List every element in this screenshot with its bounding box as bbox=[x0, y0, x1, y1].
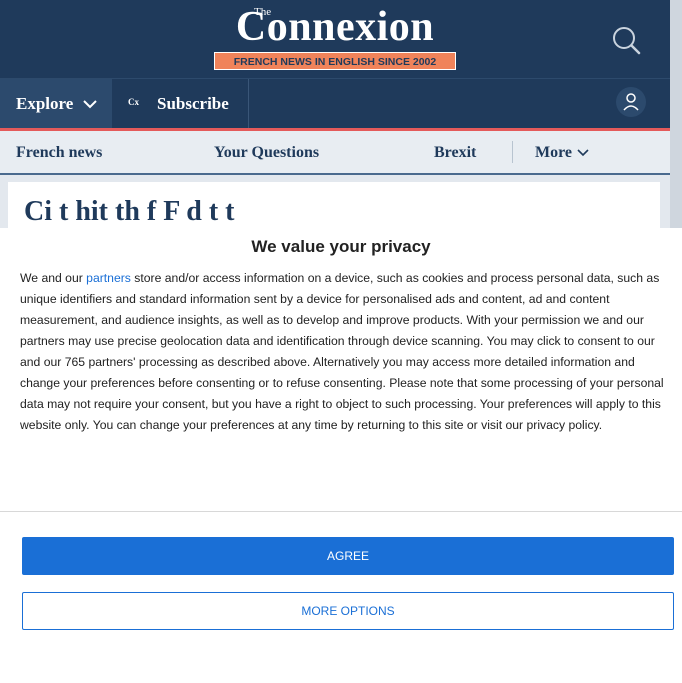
partners-link[interactable]: partners bbox=[86, 271, 131, 285]
consent-body-text: store and/or access information on a dev… bbox=[20, 271, 664, 432]
search-icon bbox=[613, 27, 641, 55]
subscribe-label: Subscribe bbox=[157, 94, 229, 113]
cx-badge-icon: Cx bbox=[128, 97, 139, 107]
chevron-down-icon bbox=[83, 100, 97, 109]
more-label: More bbox=[535, 144, 573, 161]
nav-item-your-questions[interactable]: Your Questions bbox=[214, 144, 319, 162]
explore-label: Explore bbox=[16, 94, 74, 113]
search-button[interactable] bbox=[610, 24, 642, 56]
nav-item-more[interactable]: More bbox=[535, 144, 590, 162]
explore-menu-button[interactable]: Explore bbox=[0, 79, 112, 129]
site-logo[interactable]: Connexion The FRENCH NEWS IN ENGLISH SIN… bbox=[214, 6, 456, 70]
logo-the: The bbox=[254, 6, 272, 18]
consent-body-prefix: We and our bbox=[20, 271, 87, 285]
main-nav: Explore Cx Subscribe bbox=[0, 78, 670, 129]
consent-body: We and our partners store and/or access … bbox=[20, 268, 665, 436]
agree-button[interactable]: AGREE bbox=[22, 537, 674, 575]
logo-wordmark: Connexion bbox=[235, 4, 435, 50]
more-options-button[interactable]: MORE OPTIONS bbox=[22, 592, 674, 630]
consent-divider bbox=[0, 511, 682, 512]
logo-tagline: FRENCH NEWS IN ENGLISH SINCE 2002 bbox=[214, 52, 456, 70]
top-header: Connexion The FRENCH NEWS IN ENGLISH SIN… bbox=[0, 0, 670, 78]
account-button[interactable] bbox=[616, 87, 646, 117]
nav-item-brexit[interactable]: Brexit bbox=[434, 144, 476, 162]
subscribe-button[interactable]: Cx Subscribe bbox=[112, 79, 249, 129]
article-title[interactable]: Ci t hit th f F d t t bbox=[24, 196, 235, 228]
chevron-down-icon bbox=[577, 149, 589, 157]
consent-title: We value your privacy bbox=[251, 237, 431, 256]
secondary-nav: French news Your Questions Brexit More bbox=[0, 131, 670, 175]
nav-item-french-news[interactable]: French news bbox=[16, 144, 102, 162]
nav-separator bbox=[512, 141, 513, 163]
user-icon bbox=[623, 93, 639, 111]
